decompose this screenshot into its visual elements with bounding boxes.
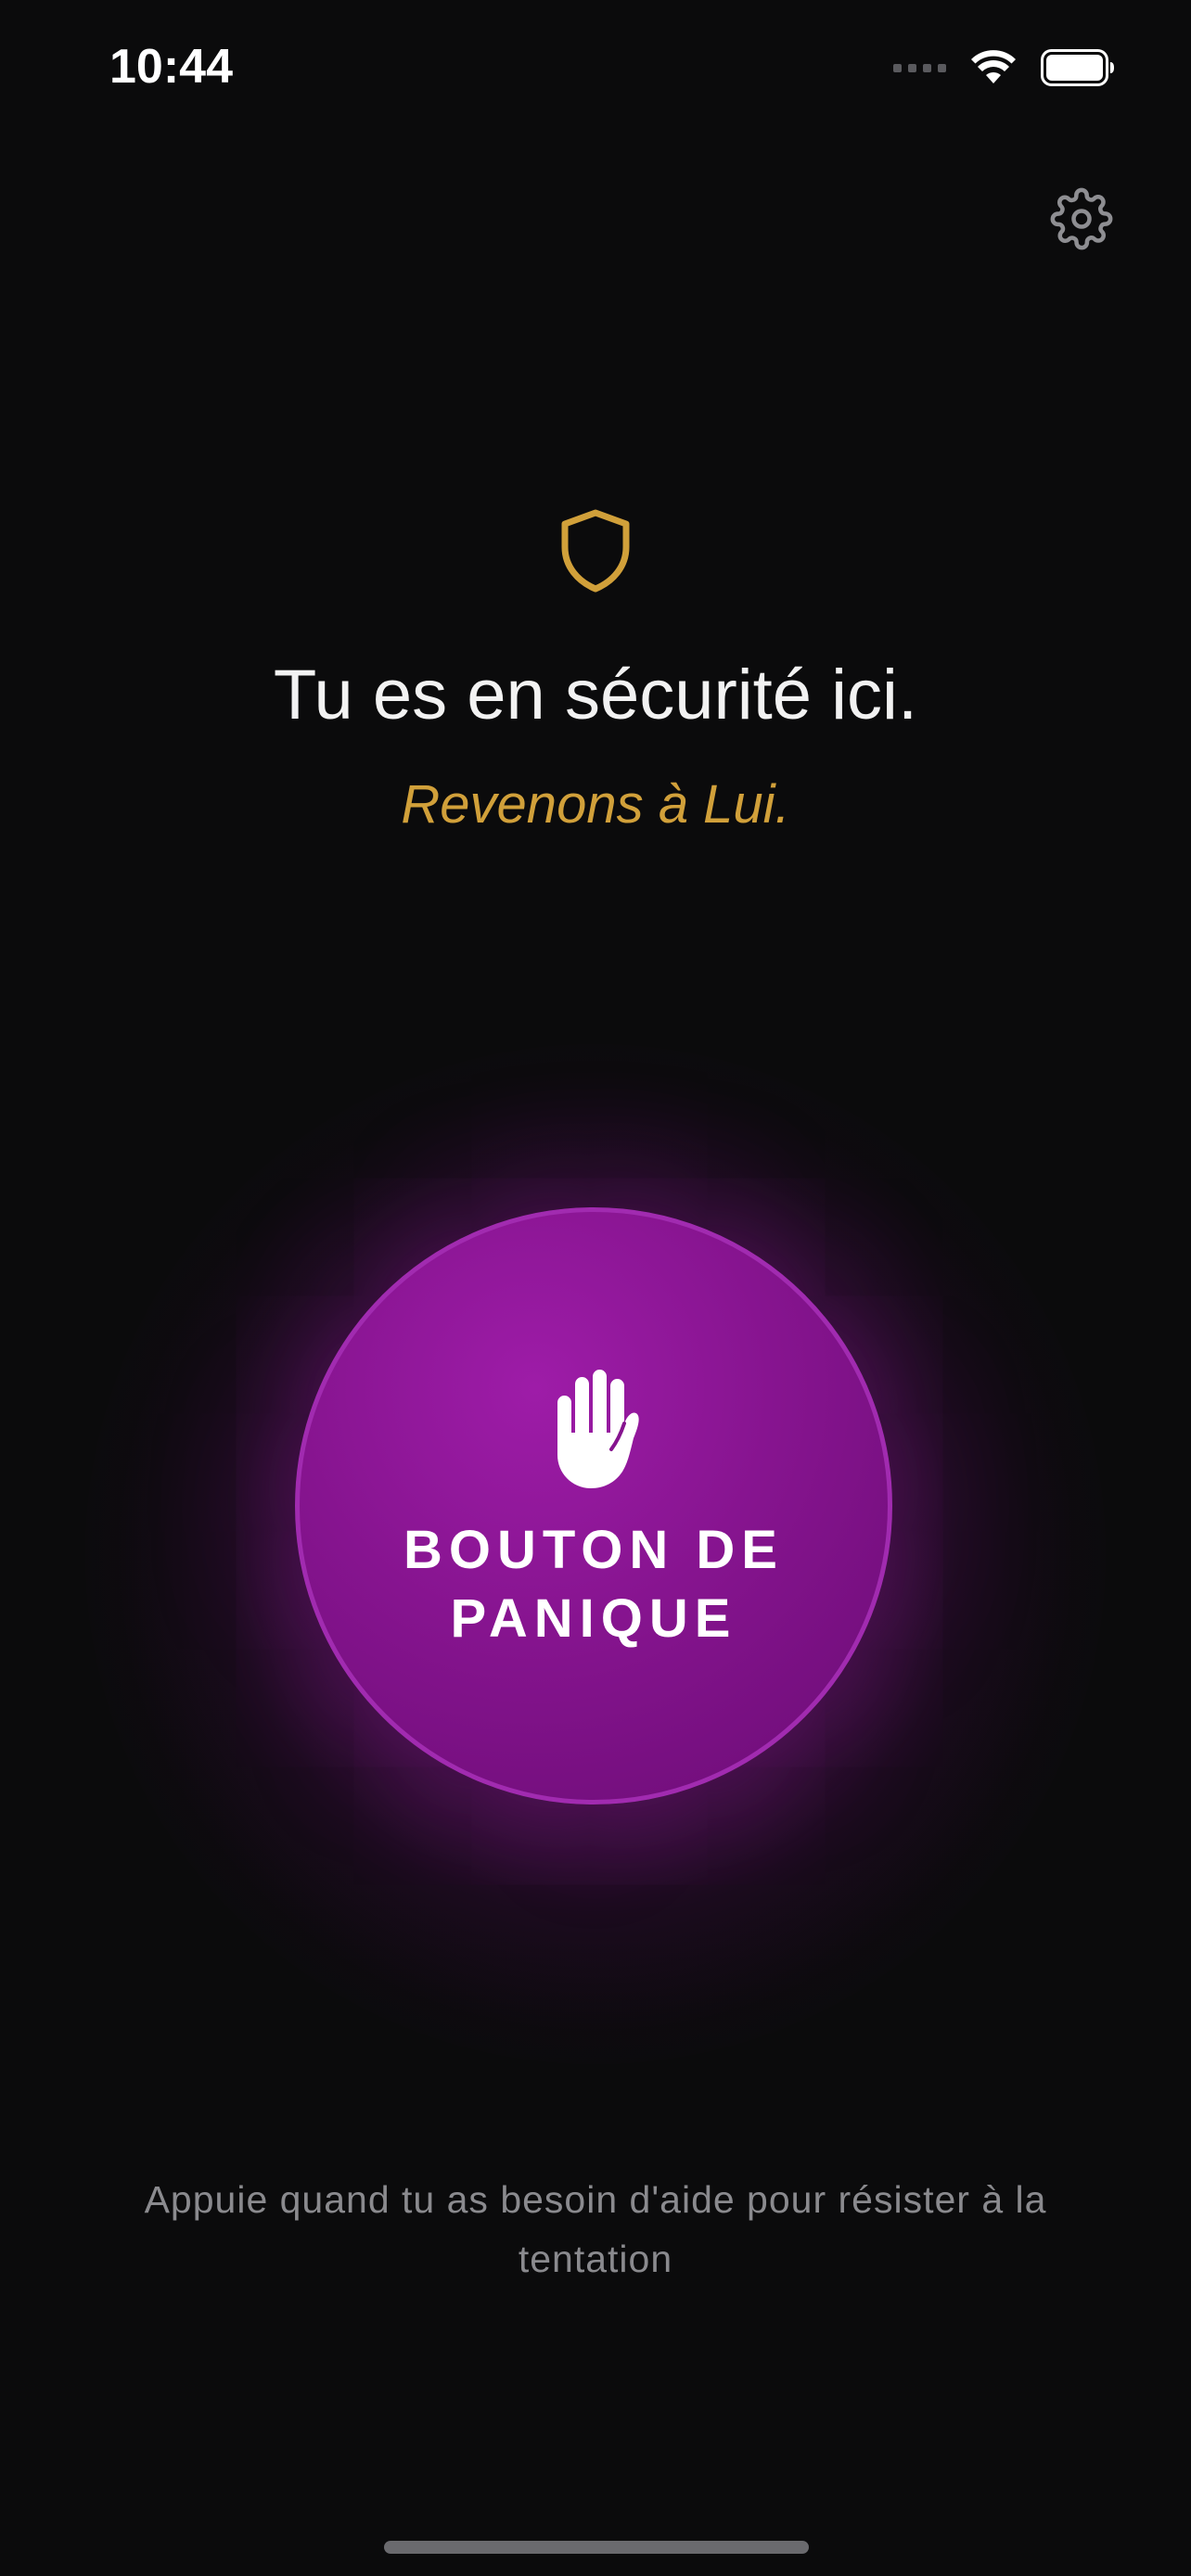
cellular-signal-icon <box>893 63 946 72</box>
settings-button[interactable] <box>1050 187 1113 250</box>
status-icons <box>893 45 1115 91</box>
shield-icon <box>561 509 630 593</box>
battery-icon <box>1041 49 1115 86</box>
status-time: 10:44 <box>109 40 233 94</box>
wifi-icon <box>970 50 1017 85</box>
gear-icon <box>1050 187 1113 250</box>
panic-button[interactable]: BOUTON DE PANIQUE <box>295 1207 892 1804</box>
panic-screen: 10:44 Tu es en sécurité ici. Revenons à … <box>0 0 1191 2576</box>
raised-hand-icon <box>557 1370 639 1488</box>
panic-button-label: BOUTON DE PANIQUE <box>403 1520 784 1649</box>
page-subtitle: Revenons à Lui. <box>401 774 790 835</box>
panic-hint-text: Appuie quand tu as besoin d'aide pour ré… <box>144 2178 1047 2280</box>
home-indicator[interactable] <box>384 2541 809 2554</box>
page-title: Tu es en sécurité ici. <box>273 656 918 734</box>
